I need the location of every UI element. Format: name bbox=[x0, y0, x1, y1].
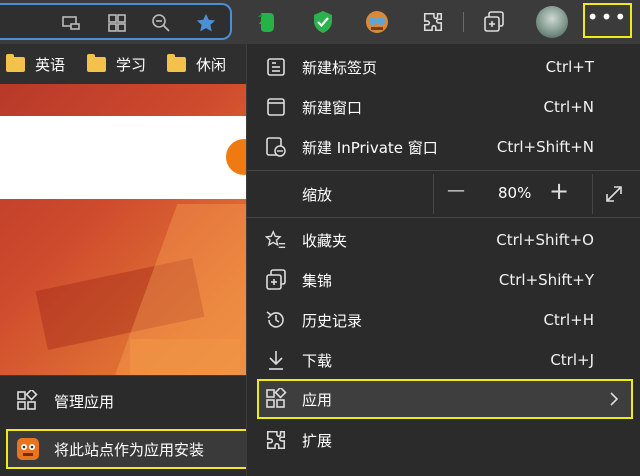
zoom-out-button[interactable]: — bbox=[447, 180, 465, 201]
menu-divider bbox=[247, 170, 640, 171]
new-tab-icon bbox=[263, 54, 289, 80]
character-extension-icon[interactable] bbox=[362, 7, 392, 37]
menu-item-history[interactable]: 历史记录 Ctrl+H bbox=[247, 300, 640, 340]
menu-label: 扩展 bbox=[302, 431, 333, 450]
folder-icon bbox=[167, 53, 186, 72]
collections-icon[interactable] bbox=[479, 7, 509, 37]
zoom-divider bbox=[433, 174, 434, 214]
folder-icon bbox=[6, 53, 25, 72]
menu-shortcut: Ctrl+J bbox=[550, 351, 594, 369]
menu-item-new-window[interactable]: 新建窗口 Ctrl+N bbox=[247, 87, 640, 127]
bookmark-folder[interactable]: 学习 bbox=[87, 52, 146, 76]
menu-shortcut: Ctrl+T bbox=[545, 58, 594, 76]
menu-item-new-tab[interactable]: 新建标签页 Ctrl+T bbox=[247, 47, 640, 87]
menu-label: 历史记录 bbox=[302, 311, 363, 330]
menu-item-favorites[interactable]: 收藏夹 Ctrl+Shift+O bbox=[247, 220, 640, 260]
install-site-label: 将此站点作为应用安装 bbox=[54, 440, 205, 459]
manage-apps-label: 管理应用 bbox=[54, 392, 115, 411]
menu-shortcut: Ctrl+H bbox=[543, 311, 594, 329]
chevron-right-icon bbox=[609, 391, 619, 411]
more-dots-icon: ••• bbox=[586, 4, 629, 29]
toolbar-separator bbox=[463, 12, 464, 32]
favorite-star-icon[interactable] bbox=[191, 8, 221, 38]
site-app-icon bbox=[16, 437, 40, 465]
menu-zoom-row: 缩放 — 80% + bbox=[247, 174, 640, 214]
zoom-in-button[interactable]: + bbox=[549, 177, 569, 205]
apps-icon bbox=[263, 386, 289, 412]
bookmark-folder[interactable]: 休闲 bbox=[167, 52, 226, 76]
shield-icon[interactable] bbox=[308, 7, 338, 37]
menu-divider bbox=[247, 217, 640, 218]
menu-item-downloads[interactable]: 下载 Ctrl+J bbox=[247, 340, 640, 380]
new-window-icon bbox=[263, 94, 289, 120]
menu-shortcut: Ctrl+Shift+N bbox=[496, 138, 594, 156]
history-icon bbox=[263, 307, 289, 333]
download-icon bbox=[263, 347, 289, 373]
menu-label: 下载 bbox=[302, 351, 333, 370]
page-decoration bbox=[130, 339, 240, 379]
apps-submenu: 管理应用 将此站点作为应用安装 bbox=[0, 375, 253, 476]
address-bar[interactable] bbox=[0, 3, 232, 40]
extensions-icon[interactable] bbox=[418, 7, 448, 37]
settings-menu: 新建标签页 Ctrl+T 新建窗口 Ctrl+N 新建 InPrivate 窗口… bbox=[246, 44, 640, 476]
folder-icon bbox=[87, 53, 106, 72]
menu-label: 应用 bbox=[302, 390, 333, 409]
zoom-icon[interactable] bbox=[146, 8, 176, 38]
menu-label: 集锦 bbox=[302, 271, 333, 290]
apps-grid-icon[interactable] bbox=[102, 8, 132, 38]
bookmark-folder[interactable]: 英语 bbox=[6, 52, 65, 76]
bookmark-label: 英语 bbox=[35, 55, 66, 74]
menu-shortcut: Ctrl+N bbox=[543, 98, 594, 116]
menu-label: 新建窗口 bbox=[302, 98, 363, 117]
install-site-as-app-item[interactable]: 将此站点作为应用安装 bbox=[6, 429, 250, 469]
settings-more-button[interactable]: ••• bbox=[583, 3, 632, 38]
zoom-label: 缩放 bbox=[302, 186, 333, 204]
zoom-value: 80% bbox=[498, 184, 532, 202]
bookmark-label: 休闲 bbox=[196, 55, 227, 74]
menu-label: 新建 InPrivate 窗口 bbox=[302, 138, 438, 157]
menu-shortcut: Ctrl+Shift+Y bbox=[498, 271, 594, 289]
zoom-divider bbox=[592, 174, 593, 214]
page-search-area[interactable] bbox=[0, 116, 250, 199]
evernote-icon[interactable] bbox=[252, 7, 282, 37]
manage-apps-item[interactable]: 管理应用 bbox=[0, 380, 253, 422]
menu-item-new-inprivate[interactable]: 新建 InPrivate 窗口 Ctrl+Shift+N bbox=[247, 127, 640, 167]
menu-shortcut: Ctrl+Shift+O bbox=[496, 231, 594, 249]
menu-item-extensions[interactable]: 扩展 bbox=[247, 420, 640, 460]
read-aloud-icon[interactable] bbox=[56, 8, 86, 38]
toolbar: ••• bbox=[0, 0, 640, 44]
collections-icon bbox=[263, 267, 289, 293]
menu-label: 收藏夹 bbox=[302, 231, 348, 250]
menu-item-collections[interactable]: 集锦 Ctrl+Shift+Y bbox=[247, 260, 640, 300]
browser-window: ••• 英语 学习 休闲 管理应用 将此站点作为应用安装 新建标签页 Ctrl+… bbox=[0, 0, 640, 476]
menu-label: 新建标签页 bbox=[302, 58, 378, 77]
menu-item-apps[interactable]: 应用 bbox=[257, 379, 633, 419]
profile-avatar[interactable] bbox=[536, 6, 568, 38]
favorites-icon bbox=[263, 227, 289, 253]
fullscreen-icon[interactable] bbox=[603, 183, 625, 209]
bookmark-label: 学习 bbox=[116, 55, 147, 74]
manage-apps-icon bbox=[16, 388, 38, 416]
extensions-icon bbox=[263, 427, 289, 453]
inprivate-icon bbox=[263, 134, 289, 160]
